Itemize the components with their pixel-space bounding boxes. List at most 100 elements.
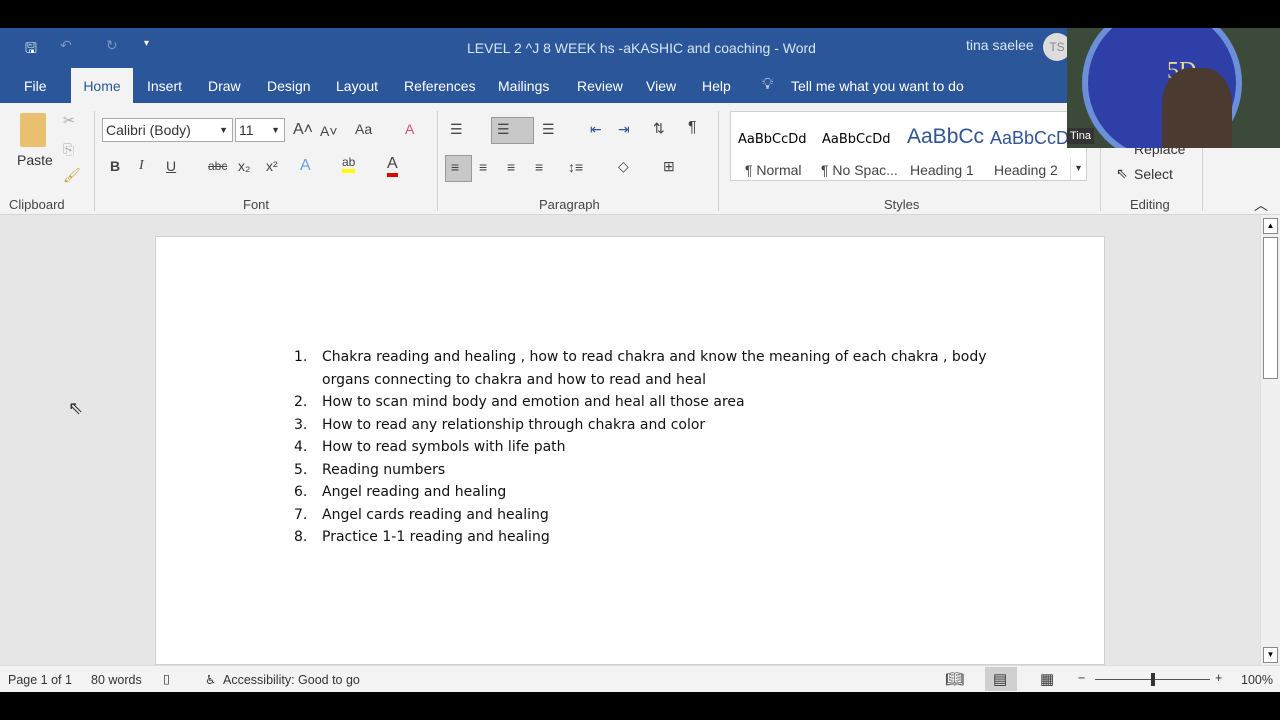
paste-button[interactable]: Paste bbox=[17, 152, 53, 168]
print-layout-icon: ▤ bbox=[993, 671, 1008, 688]
zoom-slider-thumb[interactable] bbox=[1150, 673, 1155, 686]
status-bar: Page 1 of 1 80 words ▯ ♿︎ Accessibility:… bbox=[0, 665, 1280, 692]
list-number: 8. bbox=[294, 529, 308, 545]
align-right-icon[interactable]: ≡ bbox=[507, 159, 515, 175]
participant-name: Tina bbox=[1067, 128, 1094, 144]
tab-mailings[interactable]: Mailings bbox=[487, 68, 560, 103]
tab-home[interactable]: Home bbox=[71, 68, 133, 103]
list-item[interactable]: Reading numbers bbox=[322, 462, 445, 478]
group-label-clipboard: Clipboard bbox=[9, 197, 65, 212]
cut-icon[interactable]: ✂ bbox=[63, 112, 75, 129]
styles-more-icon[interactable]: ▾ bbox=[1070, 158, 1086, 180]
decrease-indent-icon[interactable]: ⇤ bbox=[590, 121, 602, 138]
tab-references[interactable]: References bbox=[393, 68, 487, 103]
paste-icon[interactable] bbox=[20, 113, 46, 147]
tab-design[interactable]: Design bbox=[256, 68, 322, 103]
style-heading1[interactable]: Heading 1 bbox=[910, 162, 974, 178]
subscript-button[interactable]: x₂ bbox=[238, 158, 250, 174]
style-normal[interactable]: ¶ Normal bbox=[745, 162, 802, 178]
redo-icon[interactable]: ↻ bbox=[106, 37, 118, 54]
multilevel-list-icon[interactable]: ☰ bbox=[542, 121, 555, 138]
shrink-font-icon[interactable]: A˅ bbox=[320, 123, 338, 139]
accessibility-status[interactable]: Accessibility: Good to go bbox=[223, 673, 360, 687]
borders-icon[interactable]: ⊞ bbox=[663, 158, 675, 175]
styles-gallery: AaBbCcDd ¶ Normal AaBbCcDd ¶ No Spac... … bbox=[730, 111, 1087, 181]
scroll-down-icon[interactable]: ▼ bbox=[1263, 647, 1278, 663]
tell-me-search[interactable]: Tell me what you want to do bbox=[780, 68, 975, 103]
scroll-up-icon[interactable]: ▲ bbox=[1263, 218, 1278, 234]
list-number: 5. bbox=[294, 461, 308, 478]
strikethrough-button[interactable]: abc bbox=[208, 159, 227, 173]
text-effects-icon[interactable]: A bbox=[300, 157, 311, 175]
font-name-value: Calibri (Body) bbox=[106, 122, 191, 138]
italic-button[interactable]: I bbox=[139, 158, 144, 174]
list-item[interactable]: Angel cards reading and healing bbox=[322, 507, 549, 523]
shading-icon[interactable]: ◇ bbox=[618, 158, 629, 175]
font-size-value: 11 bbox=[239, 122, 254, 138]
underline-button[interactable]: U bbox=[166, 158, 176, 174]
group-label-paragraph: Paragraph bbox=[539, 197, 600, 212]
tab-insert[interactable]: Insert bbox=[136, 68, 193, 103]
style-normal-preview[interactable]: AaBbCcDd bbox=[738, 132, 807, 147]
lightbulb-icon: 💡︎ bbox=[762, 76, 774, 93]
tab-view[interactable]: View bbox=[635, 68, 687, 103]
font-name-input[interactable]: Calibri (Body) ▼ bbox=[102, 118, 233, 142]
line-spacing-icon[interactable]: ↕≡ bbox=[568, 159, 583, 175]
proofing-icon[interactable]: ▯ bbox=[163, 671, 170, 686]
scroll-thumb[interactable] bbox=[1263, 237, 1278, 379]
zoom-level[interactable]: 100% bbox=[1241, 673, 1273, 687]
zoom-in-icon[interactable]: + bbox=[1215, 671, 1222, 685]
increase-indent-icon[interactable]: ⇥ bbox=[618, 121, 630, 138]
style-heading2-preview[interactable]: AaBbCcD bbox=[990, 128, 1069, 149]
tab-layout[interactable]: Layout bbox=[325, 68, 389, 103]
tab-review[interactable]: Review bbox=[566, 68, 634, 103]
style-no-spacing[interactable]: ¶ No Spac... bbox=[821, 162, 898, 178]
autosave-icon[interactable]: 🖫 bbox=[25, 38, 37, 62]
highlight-icon[interactable]: ab bbox=[342, 155, 356, 173]
font-size-input[interactable]: 11 ▼ bbox=[235, 118, 285, 142]
word-count[interactable]: 80 words bbox=[91, 673, 142, 687]
undo-icon[interactable]: ↶ bbox=[60, 37, 72, 54]
bold-button[interactable]: B bbox=[110, 158, 120, 174]
select-icon: ⇖ bbox=[1116, 165, 1128, 181]
style-heading1-preview[interactable]: AaBbCc bbox=[907, 125, 984, 149]
grow-font-icon[interactable]: A˄ bbox=[293, 121, 313, 139]
list-item[interactable]: How to read any relationship through cha… bbox=[322, 417, 705, 433]
show-formatting-icon[interactable]: ¶ bbox=[688, 119, 697, 137]
clear-formatting-icon[interactable]: A bbox=[405, 121, 414, 137]
vertical-scrollbar[interactable]: ▲ ▼ bbox=[1260, 215, 1280, 665]
select-button[interactable]: Select bbox=[1134, 166, 1173, 182]
format-painter-icon[interactable]: 🖌︎ bbox=[63, 167, 81, 184]
superscript-button[interactable]: x² bbox=[266, 158, 278, 174]
font-color-icon[interactable]: A bbox=[387, 155, 398, 177]
document-title: LEVEL 2 ^J 8 WEEK hs -aKASHIC and coachi… bbox=[467, 40, 816, 56]
zoom-out-icon[interactable]: − bbox=[1078, 671, 1085, 685]
sort-icon[interactable]: ⇅ bbox=[653, 120, 665, 137]
bullets-icon[interactable]: ☰ bbox=[450, 121, 463, 138]
tab-help[interactable]: Help bbox=[691, 68, 742, 103]
justify-icon[interactable]: ≡ bbox=[535, 159, 543, 175]
list-number: 4. bbox=[294, 439, 308, 455]
tab-file[interactable]: File bbox=[13, 68, 58, 103]
style-no-spacing-preview[interactable]: AaBbCcDd bbox=[822, 132, 891, 147]
align-center-icon[interactable]: ≡ bbox=[479, 159, 487, 175]
web-layout-icon[interactable]: ▦ bbox=[1040, 670, 1054, 688]
change-case-button[interactable]: Aa bbox=[355, 121, 372, 137]
list-item[interactable]: How to read symbols with life path bbox=[322, 439, 566, 455]
style-heading2[interactable]: Heading 2 bbox=[994, 162, 1058, 178]
tab-draw[interactable]: Draw bbox=[197, 68, 252, 103]
customize-qat-icon[interactable]: ▾ bbox=[144, 38, 149, 49]
list-item[interactable]: How to scan mind body and emotion and he… bbox=[322, 394, 745, 410]
webcam-overlay: 5D Tina bbox=[1067, 28, 1280, 148]
list-item[interactable]: Practice 1-1 reading and healing bbox=[322, 529, 550, 545]
list-item[interactable]: Angel reading and healing bbox=[322, 484, 506, 500]
numbering-icon: ☰ bbox=[497, 121, 510, 137]
group-label-styles: Styles bbox=[884, 197, 920, 212]
read-mode-icon[interactable]: 📖︎ bbox=[945, 670, 964, 688]
user-name[interactable]: tina saelee bbox=[966, 37, 1034, 53]
list-item[interactable]: Chakra reading and healing , how to read… bbox=[322, 349, 987, 365]
list-item[interactable]: organs connecting to chakra and how to r… bbox=[322, 372, 706, 388]
page-count[interactable]: Page 1 of 1 bbox=[8, 673, 72, 687]
collapse-ribbon-icon[interactable]: ︿ bbox=[1254, 195, 1268, 215]
copy-icon[interactable]: ⎘ bbox=[63, 141, 74, 158]
